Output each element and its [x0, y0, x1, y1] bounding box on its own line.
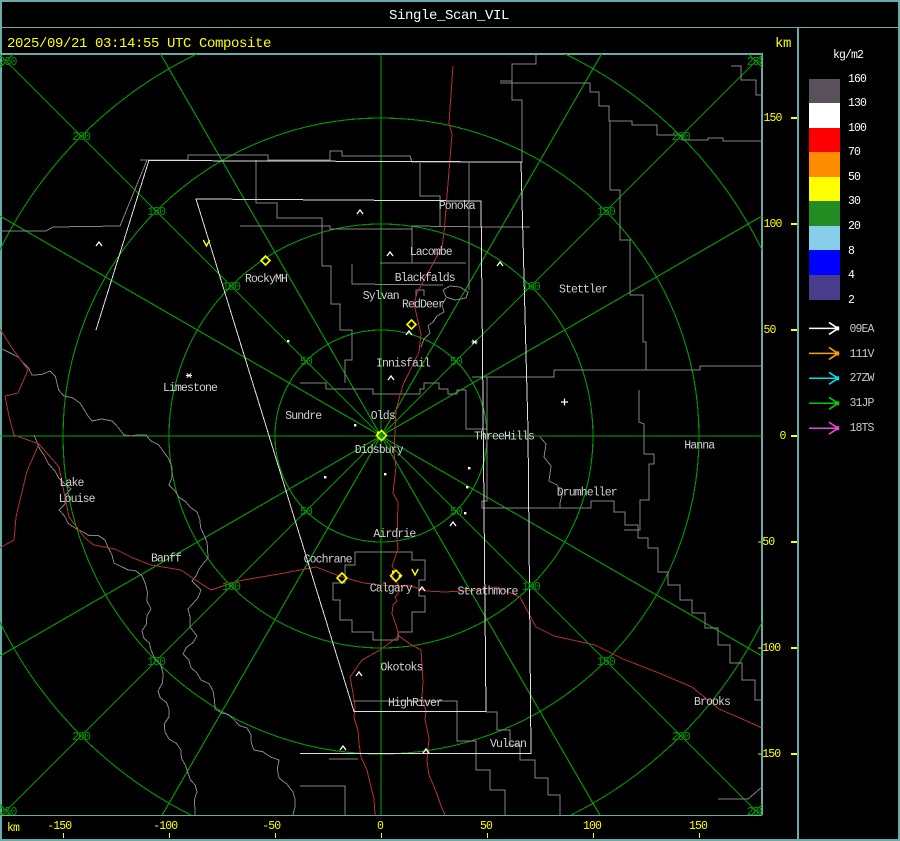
svg-text:Brooks: Brooks [694, 696, 730, 709]
svg-text:Drumheller: Drumheller [557, 486, 617, 499]
svg-text:250: 250 [0, 806, 17, 815]
svg-text:Airdrie: Airdrie [373, 528, 416, 541]
svg-text:100: 100 [222, 281, 241, 294]
svg-text:200: 200 [72, 731, 91, 744]
svg-text:Didsbury: Didsbury [355, 444, 404, 457]
svg-text:50: 50 [450, 356, 463, 369]
svg-text:Olds: Olds [371, 410, 395, 423]
svg-text:ThreeHills: ThreeHills [474, 430, 534, 443]
svg-text:50: 50 [300, 356, 313, 369]
svg-text:100: 100 [522, 581, 541, 594]
svg-text:150: 150 [597, 656, 616, 669]
svg-text:Banff: Banff [151, 553, 182, 566]
svg-text:HighRiver: HighRiver [388, 697, 442, 710]
svg-text:100: 100 [522, 281, 541, 294]
svg-text:200: 200 [72, 131, 91, 144]
svg-text:Limestone: Limestone [163, 382, 218, 395]
svg-text:RedDeer: RedDeer [402, 299, 444, 312]
svg-text:Calgary: Calgary [370, 583, 413, 596]
svg-text:Cochrane: Cochrane [304, 553, 353, 566]
svg-text:200: 200 [672, 731, 691, 744]
svg-text:Lacombe: Lacombe [410, 246, 453, 259]
svg-text:50: 50 [450, 506, 463, 519]
svg-text:Strathmore: Strathmore [458, 586, 519, 599]
svg-text:Innisfail: Innisfail [376, 357, 431, 370]
svg-text:Vulcan: Vulcan [490, 738, 526, 751]
svg-text:Ponoka: Ponoka [439, 200, 476, 213]
svg-text:200: 200 [672, 131, 691, 144]
svg-text:150: 150 [147, 206, 166, 219]
svg-text:150: 150 [597, 206, 616, 219]
svg-text:Sundre: Sundre [285, 410, 322, 423]
svg-text:Louise: Louise [59, 493, 96, 506]
svg-text:Sylvan: Sylvan [363, 290, 399, 303]
svg-text:Stettler: Stettler [559, 283, 607, 296]
svg-text:Blackfalds: Blackfalds [395, 272, 455, 285]
svg-text:Hanna: Hanna [684, 439, 715, 452]
svg-text:250: 250 [747, 56, 762, 69]
svg-text:RockyMH: RockyMH [245, 273, 287, 286]
svg-text:250: 250 [747, 806, 762, 815]
svg-text:Lake: Lake [60, 477, 85, 490]
svg-text:250: 250 [0, 56, 17, 69]
svg-text:50: 50 [300, 506, 313, 519]
svg-text:Okotoks: Okotoks [381, 662, 423, 675]
svg-text:100: 100 [222, 581, 241, 594]
svg-text:150: 150 [147, 656, 166, 669]
